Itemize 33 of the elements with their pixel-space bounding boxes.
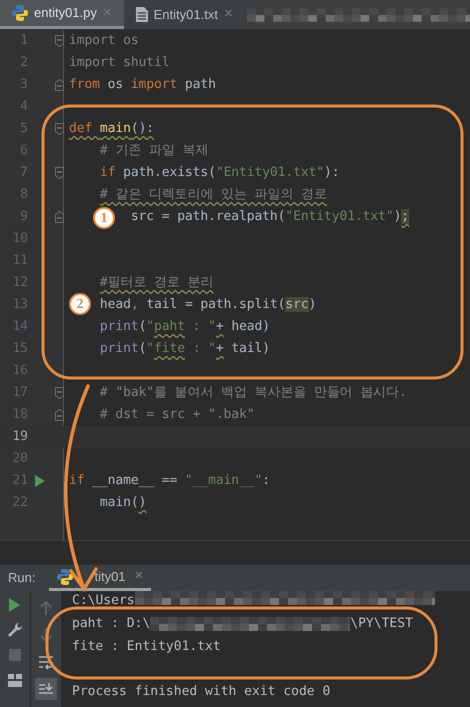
console-text: fite : Entity01.txt bbox=[72, 638, 221, 656]
console-text: Process finished with exit code 0 bbox=[72, 682, 330, 701]
text-file-icon bbox=[136, 7, 148, 22]
code-line: import shutil bbox=[68, 54, 170, 72]
python-file-icon bbox=[57, 568, 74, 586]
code-line: import os bbox=[68, 32, 139, 50]
scroll-to-end-icon[interactable] bbox=[38, 681, 54, 697]
wrench-icon[interactable] bbox=[7, 622, 23, 638]
wrap-icon[interactable] bbox=[38, 654, 54, 670]
code-line: # dst = src + ".bak" bbox=[98, 406, 254, 424]
editor-tab[interactable]: entity01.py × bbox=[0, 0, 124, 29]
tab-label: tity01 bbox=[94, 568, 126, 586]
line-number: 19 bbox=[11, 428, 28, 446]
layout-icon[interactable] bbox=[7, 672, 23, 688]
code-line: main() bbox=[98, 494, 146, 512]
code-line: def main(): bbox=[68, 120, 154, 138]
code-line: print("paht : "+ head) bbox=[98, 318, 270, 336]
console-text: paht : D:\ bbox=[72, 614, 150, 633]
code-line: if __name__ == "__main__": bbox=[68, 472, 270, 490]
console-text: C:\Users bbox=[72, 592, 135, 610]
code-line: # 기존 파일 복제 bbox=[98, 142, 208, 160]
code-line: # 같은 디렉토리에 있는 파일의 경로 bbox=[98, 186, 327, 204]
code-line: from os import path bbox=[68, 76, 216, 94]
code-line: if path.exists("Entity01.txt"): bbox=[98, 164, 340, 182]
tab-label: entity01.py bbox=[34, 4, 97, 22]
down-arrow-icon[interactable] bbox=[38, 627, 54, 643]
code-line: # "bak"를 붙여서 백업 복사본을 만들어 봅시다. bbox=[98, 384, 407, 402]
run-label: Run: bbox=[8, 569, 36, 588]
code-line: #필터로 경로 분리 bbox=[98, 274, 214, 292]
python-file-icon bbox=[12, 4, 28, 22]
tab-label: Entity01.txt bbox=[154, 6, 218, 24]
code-line: print("fite : "+ tail) bbox=[98, 340, 270, 358]
console-text: \PY\TEST bbox=[350, 614, 413, 633]
